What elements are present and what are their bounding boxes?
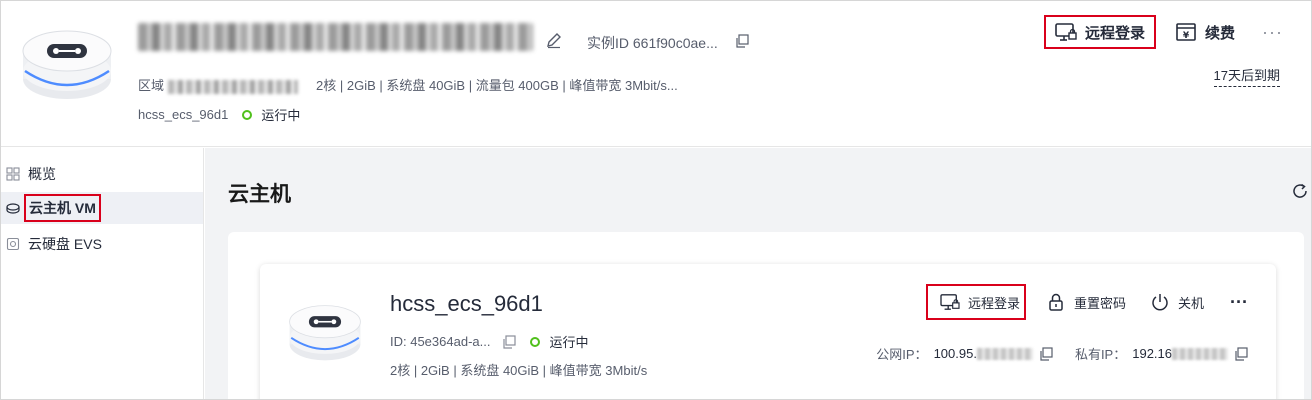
svg-text:¥: ¥: [1183, 31, 1190, 41]
vm-id: ID: 45e364ad-a...: [390, 334, 491, 349]
remote-login-label: 远程登录: [1084, 24, 1145, 42]
app-frame: 实例ID 661f90c0ae... 区域 2核 | 2GiB | 系统盘 40G…: [0, 0, 1312, 400]
vm-status: 运行中: [549, 335, 589, 350]
shutdown-button[interactable]: 关机: [1146, 284, 1208, 320]
instance-meta: 区域 2核 | 2GiB | 系统盘 40GiB | 流量包 400GB | 峰值…: [138, 75, 678, 94]
renew-button[interactable]: ¥ 续费: [1166, 15, 1244, 49]
disk-icon: [6, 237, 20, 251]
vm-remote-login-button[interactable]: 远程登录: [925, 284, 1026, 320]
copy-icon[interactable]: [502, 334, 517, 349]
status-running-icon: [530, 336, 541, 347]
sidebar-item-label: 云硬盘 EVS: [28, 236, 102, 252]
instance-id: 实例ID 661f90c0ae...: [587, 35, 718, 51]
status-running-icon: [242, 109, 253, 120]
private-ip-redacted: [1172, 347, 1228, 360]
host-status-row: hcss_ecs_96d1 运行中: [138, 105, 300, 124]
more-options-button[interactable]: ···: [1262, 22, 1283, 43]
public-ip-value: 100.95.: [933, 346, 977, 361]
remote-login-button[interactable]: 远程登录: [1043, 15, 1156, 49]
monitor-lock-icon: [1055, 23, 1077, 41]
region-label: 区域: [138, 78, 165, 93]
copy-icon[interactable]: [735, 34, 749, 48]
instance-header: 实例ID 661f90c0ae... 区域 2核 | 2GiB | 系统盘 40G…: [1, 1, 1311, 147]
expire-countdown[interactable]: 17天后到期: [1213, 65, 1280, 87]
sidebar-item-label: 概览: [28, 166, 56, 182]
copy-icon[interactable]: [1039, 346, 1053, 361]
sidebar-item-evs[interactable]: 云硬盘 EVS: [1, 228, 203, 260]
yen-receipt-icon: ¥: [1176, 23, 1196, 41]
refresh-icon[interactable]: [1291, 182, 1309, 200]
vm-specs: 2核 | 2GiB | 系统盘 40GiB | 峰值带宽 3Mbit/s: [390, 363, 648, 378]
ip-row: 公网IP： 100.95. 私有IP： 192.16: [876, 344, 1248, 363]
status-text: 运行中: [261, 108, 301, 123]
server-device-icon: [289, 305, 361, 361]
server-device-icon: [22, 30, 112, 99]
reset-password-button[interactable]: 重置密码: [1042, 284, 1130, 320]
public-ip-label: 公网IP：: [876, 347, 928, 362]
vm-list-panel: hcss_ecs_96d1 ID: 45e364ad-a... 运行中 2核 |…: [228, 232, 1304, 399]
vm-name[interactable]: hcss_ecs_96d1: [390, 291, 543, 317]
renew-label: 续费: [1205, 24, 1236, 42]
sidebar-item-label: 云主机 VM: [24, 194, 101, 222]
vm-card: hcss_ecs_96d1 ID: 45e364ad-a... 运行中 2核 |…: [260, 264, 1276, 399]
sidebar-item-vm[interactable]: 云主机 VM: [1, 192, 203, 224]
power-icon: [1152, 294, 1168, 311]
grid-icon: [6, 167, 20, 181]
vm-more-button[interactable]: ···: [1230, 292, 1248, 313]
public-ip-redacted: [976, 347, 1033, 360]
sidebar-item-overview[interactable]: 概览: [1, 158, 203, 190]
region-redacted: [168, 79, 299, 94]
instance-specs: 2核 | 2GiB | 系统盘 40GiB | 流量包 400GB | 峰值带宽…: [316, 78, 678, 93]
private-ip-value: 192.16: [1132, 346, 1172, 361]
edit-icon[interactable]: [545, 31, 563, 49]
shutdown-label: 关机: [1178, 295, 1205, 311]
monitor-lock-icon: [940, 294, 960, 310]
header-actions: 远程登录 ¥ 续费 ···: [1043, 15, 1283, 49]
instance-name-redacted: [138, 23, 533, 51]
copy-icon[interactable]: [1234, 346, 1248, 361]
vm-remote-login-label: 远程登录: [967, 295, 1020, 311]
main-content: 云主机 hcss_ecs_96d1 ID: 45e364ad-a... 运行中 …: [205, 148, 1311, 399]
hostname: hcss_ecs_96d1: [138, 107, 229, 122]
sidebar: 概览 云主机 VM 云硬盘 EVS: [1, 148, 204, 399]
vm-card-actions: 远程登录 重置密码 关机 ···: [925, 284, 1248, 320]
server-icon: [6, 203, 20, 214]
private-ip-label: 私有IP：: [1074, 347, 1127, 362]
page-title: 云主机: [228, 183, 291, 206]
lock-icon: [1049, 293, 1063, 311]
vm-id-row: ID: 45e364ad-a... 运行中: [390, 332, 588, 351]
reset-password-label: 重置密码: [1073, 295, 1126, 311]
